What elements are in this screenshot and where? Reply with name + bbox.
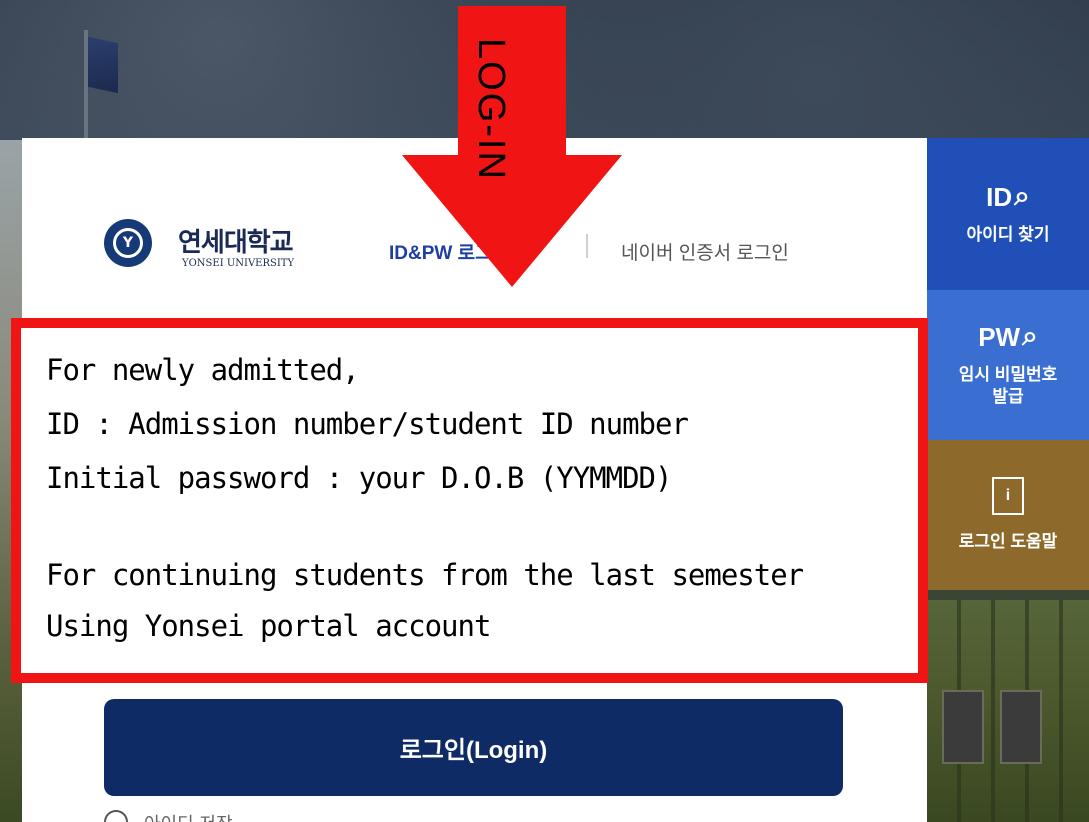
document-info-icon-text: i <box>1005 487 1011 504</box>
magnifier-icon: ⌕ <box>1022 320 1038 351</box>
temp-password-label-line2: 발급 <box>992 387 1024 406</box>
flag <box>88 36 118 94</box>
temp-password-icon: PW ⌕ <box>978 320 1038 352</box>
login-help-label: 로그인 도움말 <box>958 532 1058 551</box>
temp-password-label-line1: 임시 비밀번호 <box>958 365 1058 384</box>
temp-password-icon-text: PW <box>978 322 1021 352</box>
find-id-icon-text: ID <box>986 182 1013 212</box>
side-panel: ID ⌕ 아이디 찾기 PW ⌕ 임시 비밀번호 발급 i 로그인 도움말 <box>927 138 1089 590</box>
building-window <box>1000 690 1042 764</box>
annotation-info-box: For newly admitted, ID : Admission numbe… <box>11 318 928 683</box>
find-id-label: 아이디 찾기 <box>966 225 1050 244</box>
university-emblem-icon: Y <box>113 228 143 258</box>
login-button[interactable]: 로그인(Login) <box>104 699 843 796</box>
remember-id-label: 아이디 저장 <box>144 810 233 822</box>
find-id-icon: ID ⌕ <box>986 180 1030 212</box>
building-window <box>942 690 984 764</box>
annotation-line: For newly admitted, <box>46 353 360 387</box>
annotation-line: Using Yonsei portal account <box>46 609 491 643</box>
university-name-korean: 연세대학교 <box>178 228 294 258</box>
login-help-button[interactable]: i 로그인 도움말 <box>927 440 1089 590</box>
document-info-icon: i <box>992 477 1024 515</box>
find-id-button[interactable]: ID ⌕ 아이디 찾기 <box>927 138 1089 290</box>
remember-id-row[interactable]: 아이디 저장 <box>104 810 504 822</box>
university-name-english: YONSEI UNIVERSITY <box>182 258 295 269</box>
annotation-arrow-head <box>402 155 622 287</box>
university-logo: Y <box>104 219 152 267</box>
tab-naver-cert-login[interactable]: 네이버 인증서 로그인 <box>621 238 789 265</box>
annotation-arrow-label: LOG-IN <box>470 38 512 181</box>
annotation-line: For continuing students from the last se… <box>46 558 804 592</box>
temp-password-button[interactable]: PW ⌕ 임시 비밀번호 발급 <box>927 290 1089 440</box>
remember-id-radio[interactable] <box>104 810 128 822</box>
annotation-line: Initial password : your D.O.B (YYMMDD) <box>46 461 672 495</box>
annotation-line: ID : Admission number/student ID number <box>46 407 689 441</box>
magnifier-icon: ⌕ <box>1014 180 1030 211</box>
